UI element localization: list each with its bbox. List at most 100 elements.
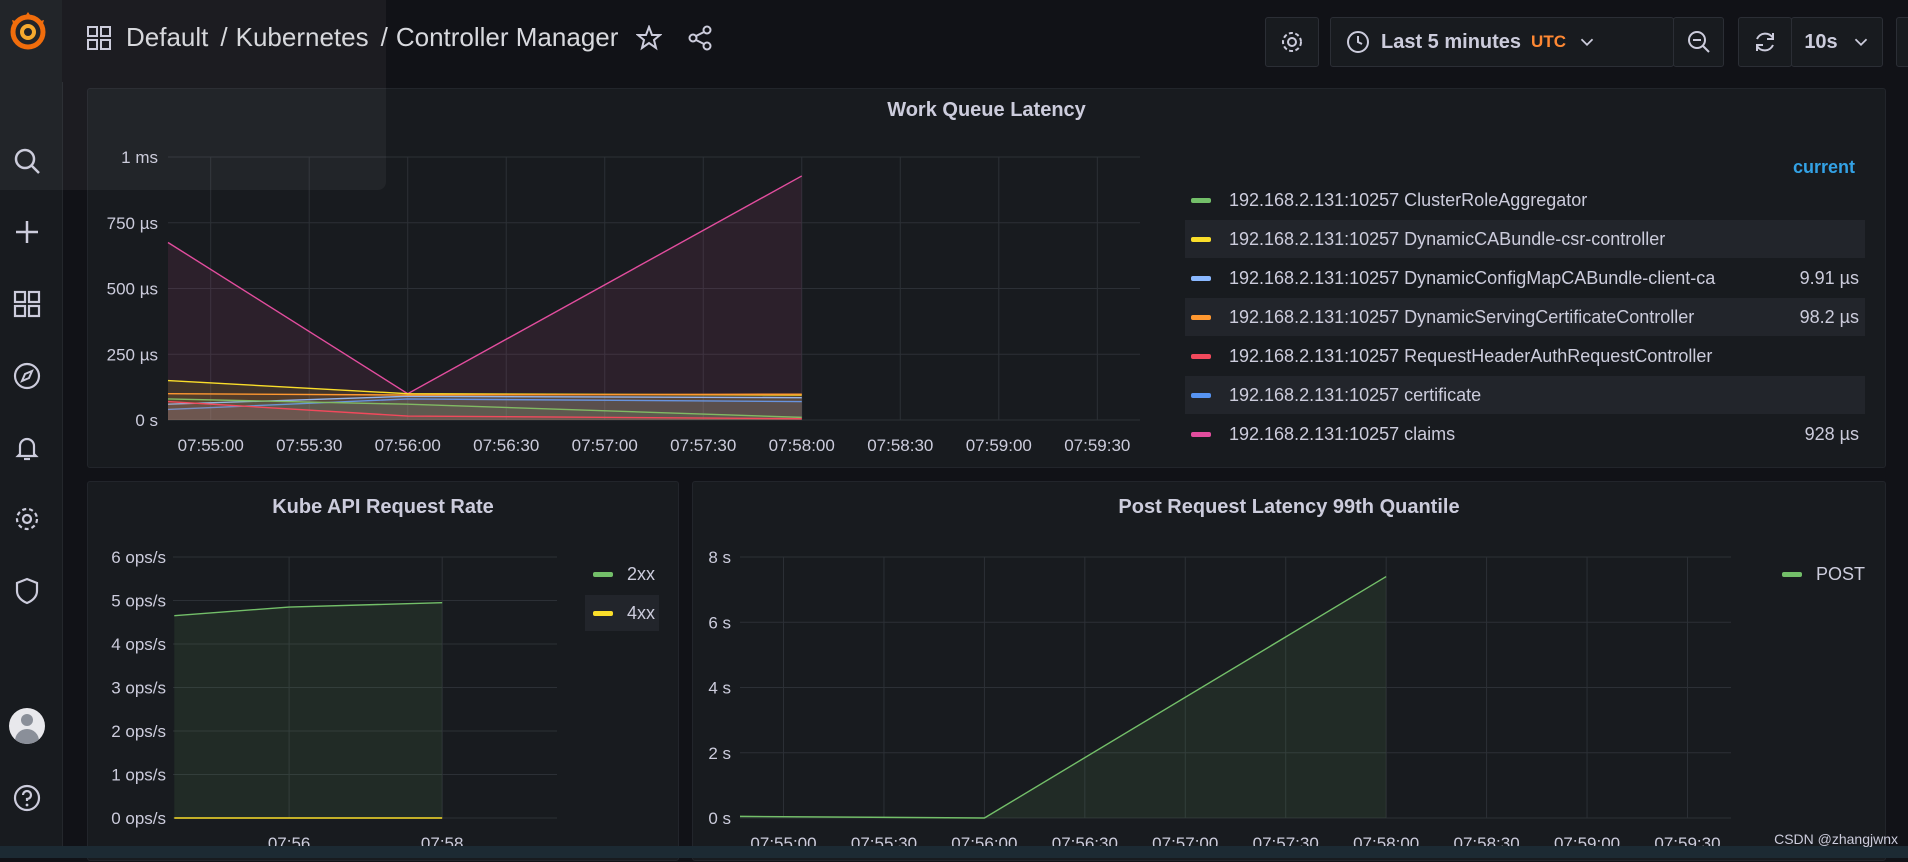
legend-item[interactable]: 4xx bbox=[585, 595, 659, 631]
y-tick-label: 4 s bbox=[708, 679, 731, 698]
dashboard-navbar: Default / Kubernetes / Controller Manage… bbox=[62, 0, 1908, 82]
share-icon[interactable] bbox=[686, 24, 714, 52]
x-tick-label: 07:59:00 bbox=[966, 436, 1032, 455]
legend-series-name: 192.168.2.131:10257 DynamicCABundle-csr-… bbox=[1229, 228, 1666, 249]
kube-api-request-rate-chart[interactable]: 0 ops/s 1 ops/s 2 ops/s 3 ops/s 4 ops/s 5 ops… bbox=[88, 482, 568, 862]
y-tick-label: 500 µs bbox=[107, 280, 158, 299]
series-area bbox=[740, 576, 1387, 818]
kube-api-request-rate-panel[interactable]: Kube API Request Rate 0 ops/s 1 ops/s 2 op… bbox=[87, 481, 679, 861]
breadcrumb-separator: / bbox=[380, 22, 388, 52]
legend-series-name: 192.168.2.131:10257 DynamicServingCertif… bbox=[1229, 306, 1695, 327]
work-queue-latency-panel[interactable]: Work Queue Latency 0 s 250 µs 500 µs 750 µs… bbox=[87, 88, 1886, 468]
legend-swatch bbox=[593, 610, 613, 616]
y-tick-label: 3 ops/s bbox=[111, 679, 166, 698]
x-tick-label: 07:57:30 bbox=[670, 436, 736, 455]
chevron-down-icon bbox=[1854, 38, 1867, 46]
legend-swatch bbox=[593, 571, 613, 577]
x-tick-label: 07:56:00 bbox=[375, 436, 441, 455]
legend-series-name: POST bbox=[1816, 563, 1866, 584]
y-tick-label: 250 µs bbox=[107, 345, 158, 364]
x-tick-label: 07:56:30 bbox=[473, 436, 539, 455]
legend-item[interactable]: POST bbox=[1774, 556, 1874, 592]
legend-row[interactable]: 192.168.2.131:10257 DynamicServingCertif… bbox=[1185, 298, 1865, 336]
page-title[interactable]: Controller Manager bbox=[396, 22, 619, 53]
explore-icon[interactable] bbox=[9, 358, 45, 394]
configuration-icon[interactable] bbox=[9, 501, 45, 537]
y-tick-label: 6 s bbox=[708, 613, 731, 632]
legend-row[interactable]: 192.168.2.131:10257 DynamicCABundle-csr-… bbox=[1185, 220, 1865, 258]
y-tick-label: 0 s bbox=[708, 809, 731, 828]
y-tick-label: 1 ms bbox=[121, 148, 158, 167]
chevron-down-icon bbox=[1580, 38, 1594, 46]
y-tick-label: 5 ops/s bbox=[111, 592, 166, 611]
legend-row[interactable]: 192.168.2.131:10257 certificate bbox=[1185, 376, 1865, 414]
zoom-out-button[interactable] bbox=[1673, 17, 1724, 67]
legend-series-name: 192.168.2.131:10257 RequestHeaderAuthReq… bbox=[1229, 345, 1713, 366]
legend-current-value: 928 µs bbox=[1804, 423, 1859, 444]
zoom-out-icon bbox=[1687, 31, 1710, 53]
legend-series-name: 2xx bbox=[627, 563, 656, 584]
grafana-logo-icon[interactable] bbox=[6, 8, 50, 52]
legend-current-header[interactable]: current bbox=[1793, 157, 1855, 178]
avatar[interactable] bbox=[9, 708, 45, 744]
refresh-interval-picker[interactable]: 10s bbox=[1791, 17, 1883, 67]
time-range-picker[interactable]: Last 5 minutes UTC bbox=[1330, 17, 1674, 67]
y-tick-label: 750 µs bbox=[107, 214, 158, 233]
legend-item[interactable]: 2xx bbox=[585, 556, 659, 592]
legend-series-name: 192.168.2.131:10257 ClusterRoleAggregato… bbox=[1229, 189, 1588, 210]
breadcrumb-parent[interactable]: Kubernetes bbox=[236, 22, 369, 53]
legend-swatch bbox=[1191, 236, 1211, 242]
clock-icon bbox=[1347, 31, 1369, 53]
series-area bbox=[174, 602, 443, 818]
legend-series-name: 192.168.2.131:10257 certificate bbox=[1229, 384, 1482, 405]
star-icon[interactable] bbox=[636, 24, 663, 51]
legend-series-name: 192.168.2.131:10257 DynamicConfigMapCABu… bbox=[1229, 267, 1716, 288]
x-tick-label: 07:59:30 bbox=[1064, 436, 1130, 455]
legend-swatch bbox=[1191, 431, 1211, 437]
dashboard-settings-button[interactable] bbox=[1265, 17, 1319, 67]
legend-swatch bbox=[1782, 571, 1802, 577]
x-tick-label: 07:58:00 bbox=[769, 436, 835, 455]
y-tick-label: 1 ops/s bbox=[111, 766, 166, 785]
legend-swatch bbox=[1191, 197, 1211, 203]
y-tick-label: 2 s bbox=[708, 744, 731, 763]
series-area bbox=[168, 175, 802, 420]
sidebar bbox=[0, 0, 63, 846]
plus-icon[interactable] bbox=[9, 214, 45, 250]
y-tick-label: 0 s bbox=[135, 411, 158, 430]
legend-swatch bbox=[1191, 314, 1211, 320]
breadcrumb-separator: / bbox=[220, 22, 228, 52]
post-request-latency-panel[interactable]: Post Request Latency 99th Quantile 0 s2 … bbox=[692, 481, 1886, 861]
dashboards-icon[interactable] bbox=[9, 286, 45, 322]
legend-row[interactable]: 192.168.2.131:10257 RequestHeaderAuthReq… bbox=[1185, 337, 1865, 375]
alerting-icon[interactable] bbox=[9, 430, 45, 466]
post-request-latency-chart[interactable]: 0 s2 s4 s6 s8 s07:55:00 07:55:30 07:56:00 0… bbox=[693, 482, 1753, 862]
search-icon[interactable] bbox=[9, 143, 45, 179]
dashboard-grid-icon bbox=[87, 25, 111, 50]
tv-mode-button[interactable] bbox=[1896, 17, 1908, 67]
x-tick-label: 07:55:00 bbox=[178, 436, 244, 455]
legend-swatch bbox=[1191, 275, 1211, 281]
y-tick-label: 8 s bbox=[708, 548, 731, 567]
legend-current-value: 9.91 µs bbox=[1799, 267, 1859, 288]
work-queue-latency-chart[interactable]: 0 s 250 µs 500 µs 750 µs 1 ms 07:55:00 07:55:3… bbox=[88, 89, 1148, 469]
y-tick-label: 0 ops/s bbox=[111, 809, 166, 828]
refresh-button[interactable] bbox=[1738, 17, 1792, 67]
legend-swatch bbox=[1191, 353, 1211, 359]
legend-series-name: 4xx bbox=[627, 602, 656, 623]
watermark: CSDN @zhangjwnx bbox=[1774, 831, 1898, 847]
gear-icon bbox=[1282, 32, 1302, 52]
help-icon[interactable] bbox=[9, 780, 45, 816]
breadcrumb-folder[interactable]: Default bbox=[126, 22, 208, 53]
legend-row[interactable]: 192.168.2.131:10257 ClusterRoleAggregato… bbox=[1185, 181, 1865, 219]
time-range-label: Last 5 minutes bbox=[1381, 30, 1522, 53]
legend-row[interactable]: 192.168.2.131:10257 DynamicConfigMapCABu… bbox=[1185, 259, 1865, 297]
legend-row[interactable]: 192.168.2.131:10257 claims 928 µs bbox=[1185, 415, 1865, 453]
y-tick-label: 4 ops/s bbox=[111, 635, 166, 654]
y-tick-label: 2 ops/s bbox=[111, 722, 166, 741]
shield-icon[interactable] bbox=[9, 573, 45, 609]
x-tick-label: 07:55:30 bbox=[276, 436, 342, 455]
sync-icon bbox=[1756, 32, 1774, 52]
timezone-badge: UTC bbox=[1531, 32, 1566, 51]
y-tick-label: 6 ops/s bbox=[111, 548, 166, 567]
